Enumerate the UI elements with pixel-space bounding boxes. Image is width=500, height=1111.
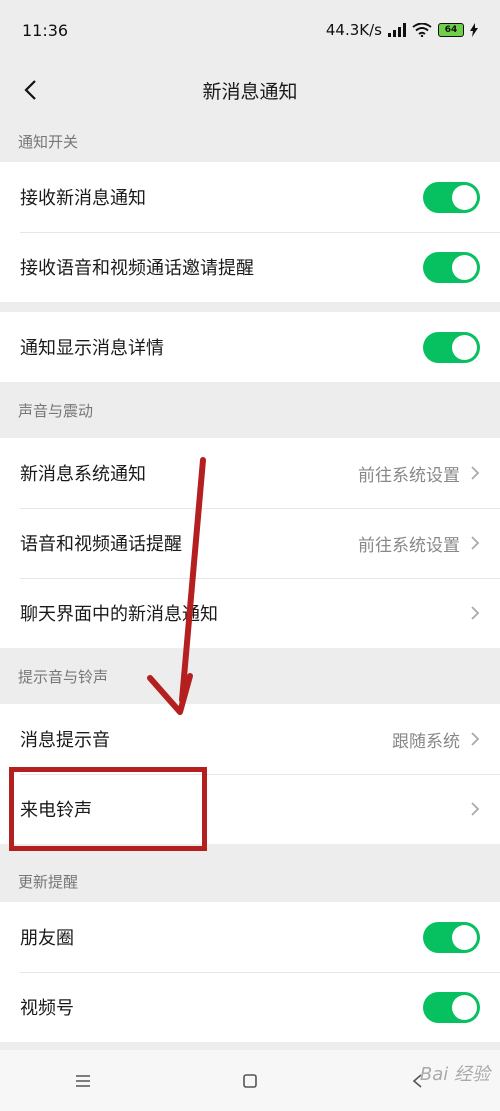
row-chat-notify[interactable]: 聊天界面中的新消息通知: [0, 578, 500, 648]
menu-icon: [76, 1074, 91, 1087]
section-header-notify-switch: 通知开关: [18, 132, 79, 151]
toggle-switch[interactable]: [423, 991, 480, 1023]
page-title: 新消息通知: [202, 80, 298, 103]
section-header-sound-vibrate: 声音与震动: [18, 401, 94, 420]
chevron-right-icon: [471, 536, 480, 550]
row-moments[interactable]: 朋友圈: [0, 902, 500, 972]
nav-bar: 新消息通知: [0, 60, 500, 120]
row-show-detail[interactable]: 通知显示消息详情: [0, 312, 500, 382]
row-label: 语音和视频通话提醒: [20, 534, 182, 555]
row-value: 前往系统设置: [358, 535, 460, 556]
home-square-icon: [243, 1073, 257, 1088]
group-notify-switch: 接收新消息通知 接收语音和视频通话邀请提醒: [0, 162, 500, 302]
toggle-switch[interactable]: [423, 331, 480, 363]
row-value: 跟随系统: [392, 731, 460, 752]
group-update-reminder: 朋友圈 视频号: [0, 902, 500, 1042]
toggle-switch[interactable]: [423, 921, 480, 953]
toggle-switch[interactable]: [423, 251, 480, 283]
row-right: [470, 801, 480, 817]
row-receive-new[interactable]: 接收新消息通知: [0, 162, 500, 232]
chevron-right-icon: [471, 732, 480, 746]
battery-icon: 64: [438, 23, 464, 37]
signal-icon: [388, 23, 406, 37]
back-arrow-icon: [24, 80, 36, 100]
row-right: 前往系统设置: [358, 531, 480, 556]
chevron-right-icon: [471, 466, 480, 480]
row-label: 消息提示音: [20, 730, 110, 751]
row-channels[interactable]: 视频号: [0, 972, 500, 1042]
group-show-detail: 通知显示消息详情: [0, 312, 500, 382]
row-right: [470, 605, 480, 621]
row-label: 朋友圈: [20, 928, 74, 949]
row-label: 新消息系统通知: [20, 464, 146, 485]
watermark: Bai 经验: [419, 1064, 490, 1085]
row-label: 接收语音和视频通话邀请提醒: [20, 258, 254, 279]
menu-button[interactable]: [63, 1061, 103, 1101]
status-bar: 11:36 44.3K/s 64: [0, 0, 500, 60]
toggle-switch[interactable]: [423, 181, 480, 213]
group-sound-vibrate: 新消息系统通知 前往系统设置 语音和视频通话提醒 前往系统设置 聊天界面中的新消…: [0, 438, 500, 648]
row-call-reminder[interactable]: 语音和视频通话提醒 前往系统设置: [0, 508, 500, 578]
chevron-right-icon: [471, 802, 480, 816]
status-indicators: 44.3K/s 64: [326, 21, 478, 39]
highlight-box: [9, 767, 207, 851]
row-right: 跟随系统: [392, 727, 480, 752]
row-label: 视频号: [20, 998, 74, 1019]
row-label: 接收新消息通知: [20, 188, 146, 209]
network-speed: 44.3K/s: [325, 21, 382, 39]
back-button[interactable]: [12, 72, 48, 108]
home-button[interactable]: [230, 1061, 270, 1101]
status-time: 11:36: [22, 20, 69, 40]
row-value: 前往系统设置: [358, 465, 460, 486]
section-header-update-reminder: 更新提醒: [18, 872, 79, 891]
row-label: 通知显示消息详情: [20, 338, 164, 359]
row-right: 前往系统设置: [358, 461, 480, 486]
chevron-right-icon: [471, 606, 480, 620]
row-label: 聊天界面中的新消息通知: [20, 604, 218, 625]
charging-icon: [470, 23, 478, 37]
row-receive-call-invite[interactable]: 接收语音和视频通话邀请提醒: [0, 232, 500, 302]
section-header-tone-ringtone: 提示音与铃声: [18, 667, 109, 686]
row-message-tone[interactable]: 消息提示音 跟随系统: [0, 704, 500, 774]
wifi-icon: [412, 23, 432, 37]
row-system-notify[interactable]: 新消息系统通知 前往系统设置: [0, 438, 500, 508]
